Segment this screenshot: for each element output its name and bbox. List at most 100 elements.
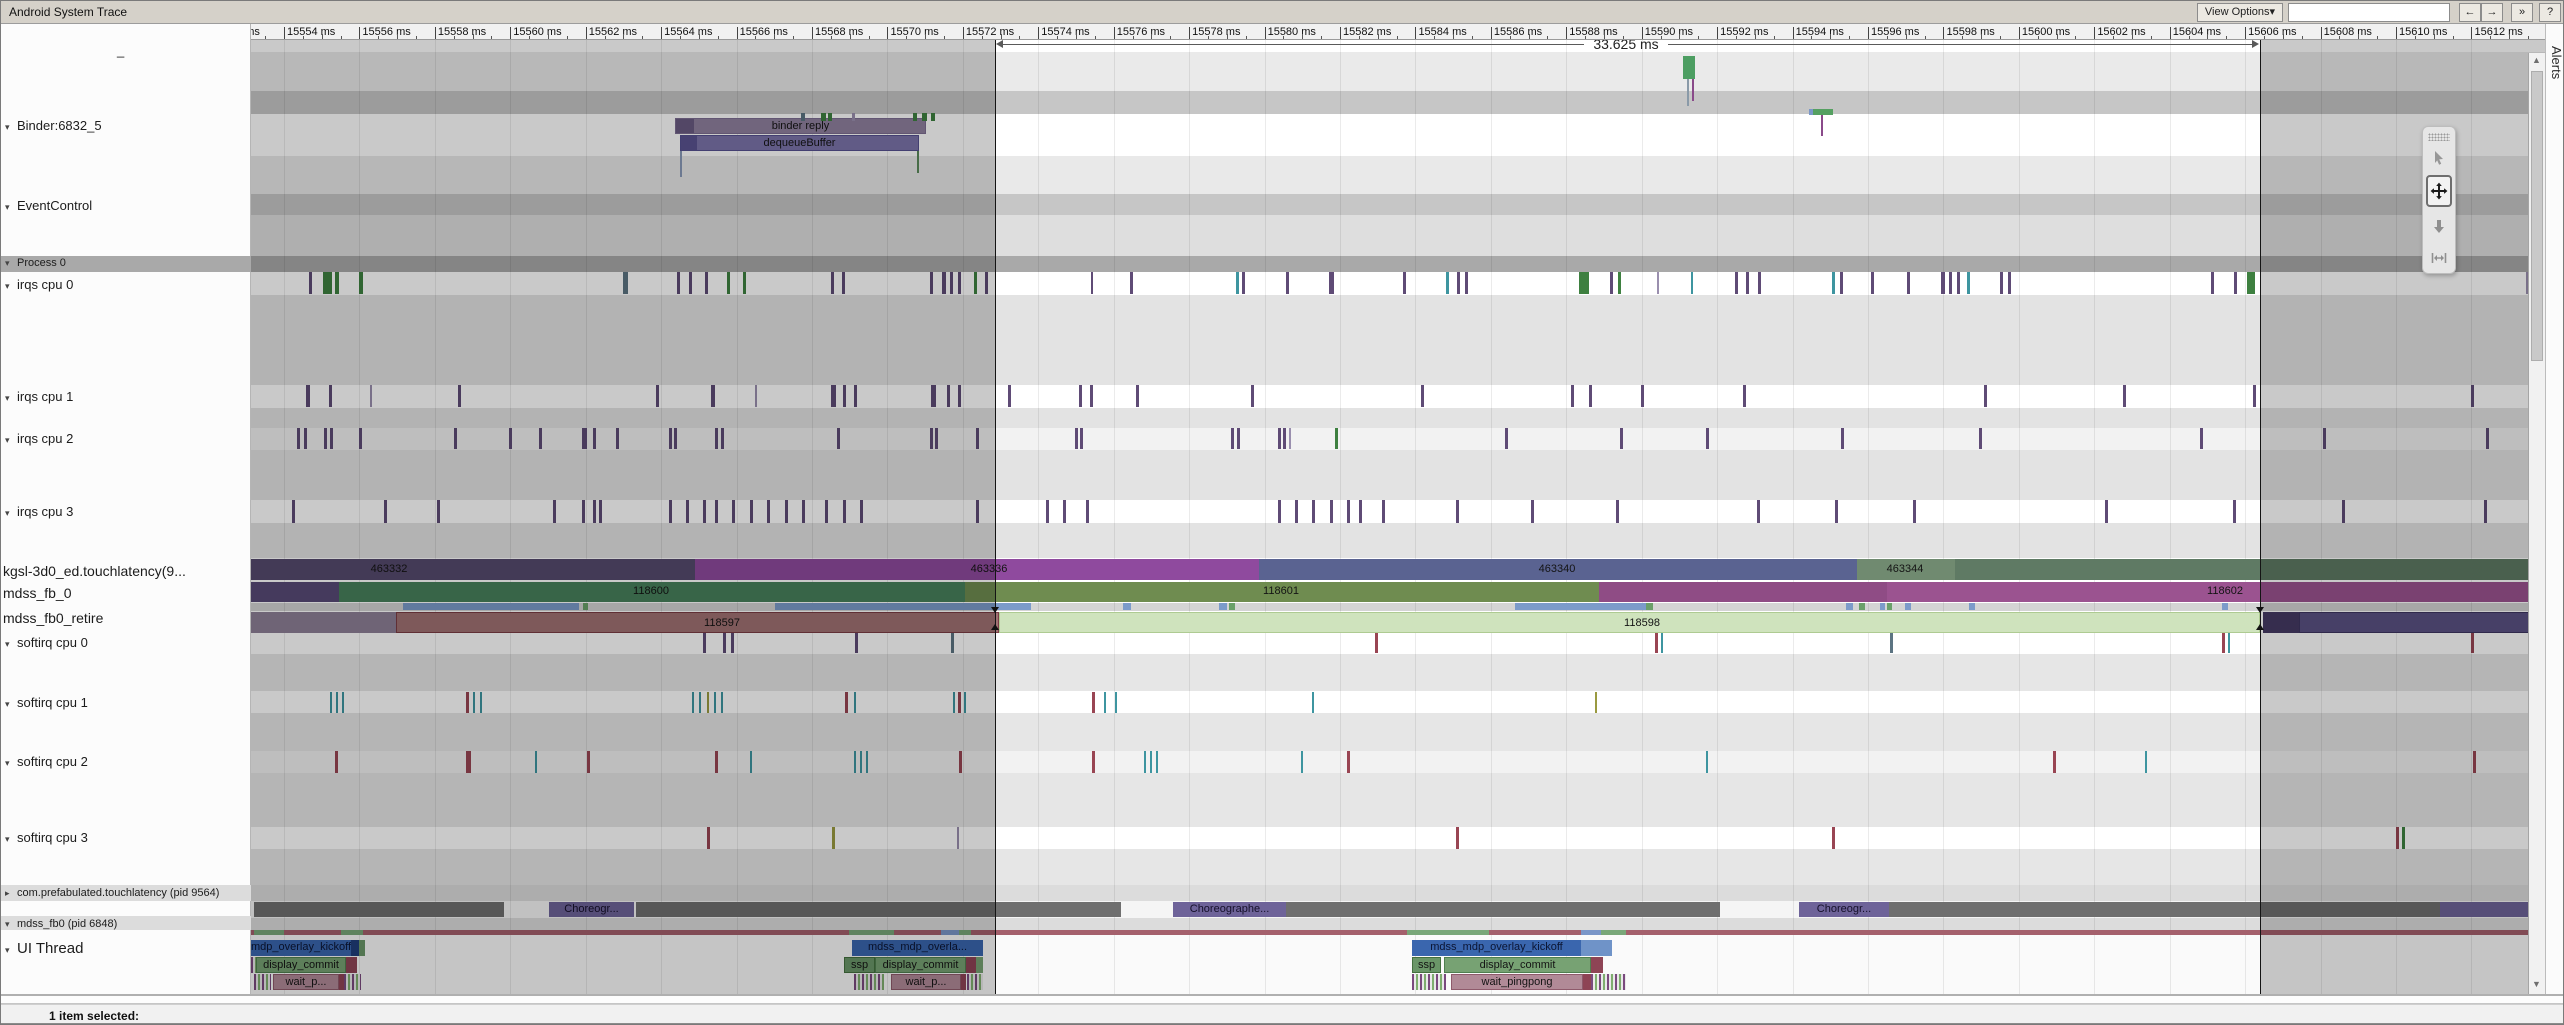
sidebar-item-eventcontrol[interactable]: ▾EventControl [5,198,92,213]
event-tick-irqs-cpu-2[interactable] [930,428,933,449]
event-tick-softirq-cpu-1[interactable] [342,692,344,713]
event-tick-softirq-cpu-2[interactable] [535,751,537,773]
event-tick-softirq-cpu-1[interactable] [473,692,475,713]
slice-ui-thread-row-b[interactable]: display_commit [256,957,346,973]
event-tick-irqs-cpu-3[interactable] [686,500,689,523]
event-tick-irqs-cpu-3[interactable] [593,500,596,523]
event-tick-irqs-cpu-0[interactable] [1746,272,1749,294]
event-tick-irqs-cpu-2[interactable] [330,428,333,449]
view-options-button[interactable]: View Options▾ [2197,3,2283,22]
event-tick-softirq-cpu-2[interactable] [2473,751,2476,773]
event-tick-softirq-cpu-0[interactable] [703,633,706,653]
trace-mark[interactable] [1601,930,1626,935]
event-tick-softirq-cpu-1[interactable] [854,692,856,713]
slice-mdss-queue-strip[interactable] [1515,603,1646,610]
event-tick-irqs-cpu-0[interactable] [942,272,946,294]
event-tick-irqs-cpu-0[interactable] [1758,272,1761,294]
event-tick-irqs-cpu-3[interactable] [1278,500,1281,523]
event-tick-softirq-cpu-3[interactable] [707,827,710,849]
slice-ui-thread-row-c[interactable] [967,974,983,990]
slice-choreographer[interactable] [1286,902,1720,917]
slice-ui-thread-row-a[interactable]: mdss_mdp_overla... [852,940,983,956]
trace-mark[interactable] [251,930,2545,935]
slice-mdss-fb-0[interactable]: 118601 [965,582,1599,602]
trace-mark[interactable] [1692,79,1694,101]
event-tick-irqs-cpu-2[interactable] [1080,428,1083,449]
event-tick-irqs-cpu-0[interactable] [689,272,692,294]
slice-choreographer[interactable] [636,902,1121,917]
slice-choreographer[interactable]: Choreographe... [1173,902,1286,917]
sidebar-item-mdss-fb0-pid-6848[interactable]: ▾mdss_fb0 (pid 6848) [5,918,117,930]
event-tick-softirq-cpu-0[interactable] [1655,633,1658,653]
slice-mdss-queue-strip[interactable] [403,603,579,610]
slice-mdss-queue-strip[interactable] [1859,603,1865,610]
event-tick-irqs-cpu-1[interactable] [2471,385,2474,407]
event-tick-softirq-cpu-2[interactable] [1144,751,1146,773]
event-tick-irqs-cpu-1[interactable] [831,385,836,407]
event-tick-irqs-cpu-0[interactable] [2234,272,2237,294]
event-tick-irqs-cpu-1[interactable] [1421,385,1424,407]
event-tick-irqs-cpu-2[interactable] [1237,428,1240,449]
event-tick-binder-queue-ticks[interactable] [801,113,805,121]
event-tick-irqs-cpu-0[interactable] [1941,272,1945,294]
event-tick-irqs-cpu-3[interactable] [437,500,440,523]
event-tick-irqs-cpu-0[interactable] [842,272,845,294]
event-tick-irqs-cpu-0[interactable] [1832,272,1835,294]
event-tick-binder-queue-ticks[interactable] [828,113,832,121]
event-tick-softirq-cpu-1[interactable] [1595,692,1597,713]
event-tick-irqs-cpu-0[interactable] [1907,272,1910,294]
event-tick-softirq-cpu-0[interactable] [2222,633,2225,653]
event-tick-irqs-cpu-0[interactable] [743,272,746,294]
event-tick-irqs-cpu-0[interactable] [677,272,680,294]
slice-mdss-queue-strip[interactable] [583,603,588,610]
event-tick-softirq-cpu-2[interactable] [587,751,590,773]
event-tick-irqs-cpu-2[interactable] [1289,428,1291,449]
event-tick-softirq-cpu-1[interactable] [721,692,723,713]
event-tick-irqs-cpu-0[interactable] [950,272,953,294]
event-tick-irqs-cpu-3[interactable] [2342,500,2345,523]
more-button[interactable]: » [2511,3,2533,22]
event-tick-irqs-cpu-0[interactable] [2211,272,2214,294]
palette-grip-handle[interactable] [2428,133,2450,141]
alerts-panel-tab[interactable]: Alerts [2545,24,2564,994]
event-tick-softirq-cpu-0[interactable] [731,633,734,653]
event-tick-irqs-cpu-0[interactable] [1735,272,1738,294]
sidebar-item-[interactable]: _ [117,43,124,58]
event-tick-irqs-cpu-0[interactable] [958,272,961,294]
sidebar-item-com-prefabulated-touchlatency-pid-9564[interactable]: ▸com.prefabulated.touchlatency (pid 9564… [5,887,219,899]
event-tick-softirq-cpu-1[interactable] [480,692,482,713]
slice-ui-thread-row-a[interactable] [351,940,359,956]
event-tick-irqs-cpu-1[interactable] [370,385,372,407]
slice-choreographer[interactable]: Choreogr... [1799,902,1889,917]
event-tick-softirq-cpu-1[interactable] [692,692,694,713]
event-tick-irqs-cpu-1[interactable] [1251,385,1254,407]
event-tick-softirq-cpu-1[interactable] [958,692,961,713]
event-tick-irqs-cpu-0[interactable] [727,272,730,294]
event-tick-irqs-cpu-1[interactable] [1984,385,1987,407]
sidebar-item-binder-6832-5[interactable]: ▾Binder:6832_5 [5,118,102,133]
event-tick-softirq-cpu-2[interactable] [2053,751,2056,773]
slice-mdss-queue-strip[interactable] [1646,603,1653,610]
vertical-scrollbar[interactable]: ▲ ▼ [2528,53,2545,994]
event-tick-irqs-cpu-3[interactable] [1616,500,1619,523]
slice-mdss-queue-strip[interactable] [2222,603,2228,610]
event-tick-softirq-cpu-2[interactable] [1301,751,1303,773]
event-tick-softirq-cpu-2[interactable] [1706,751,1708,773]
event-tick-softirq-cpu-1[interactable] [707,692,709,713]
slice-ui-thread-row-c[interactable] [1583,974,1591,990]
pan-tool-button-selected[interactable] [2426,175,2452,207]
event-tick-softirq-cpu-0[interactable] [1375,633,1378,653]
event-tick-irqs-cpu-0[interactable] [1465,272,1468,294]
event-tick-softirq-cpu-1[interactable] [336,692,338,713]
slice-mdss-fb0-retire[interactable] [2263,612,2299,633]
event-tick-irqs-cpu-0[interactable] [1236,272,1239,294]
event-tick-irqs-cpu-3[interactable] [1913,500,1916,523]
event-tick-irqs-cpu-3[interactable] [2484,500,2487,523]
event-tick-irqs-cpu-0[interactable] [930,272,933,294]
horizontal-scrollbar[interactable] [1,994,2564,1004]
event-tick-softirq-cpu-1[interactable] [1115,692,1117,713]
event-tick-irqs-cpu-3[interactable] [582,500,585,523]
event-tick-irqs-cpu-3[interactable] [715,500,718,523]
event-tick-irqs-cpu-1[interactable] [854,385,857,407]
trace-mark[interactable] [1407,930,1489,935]
